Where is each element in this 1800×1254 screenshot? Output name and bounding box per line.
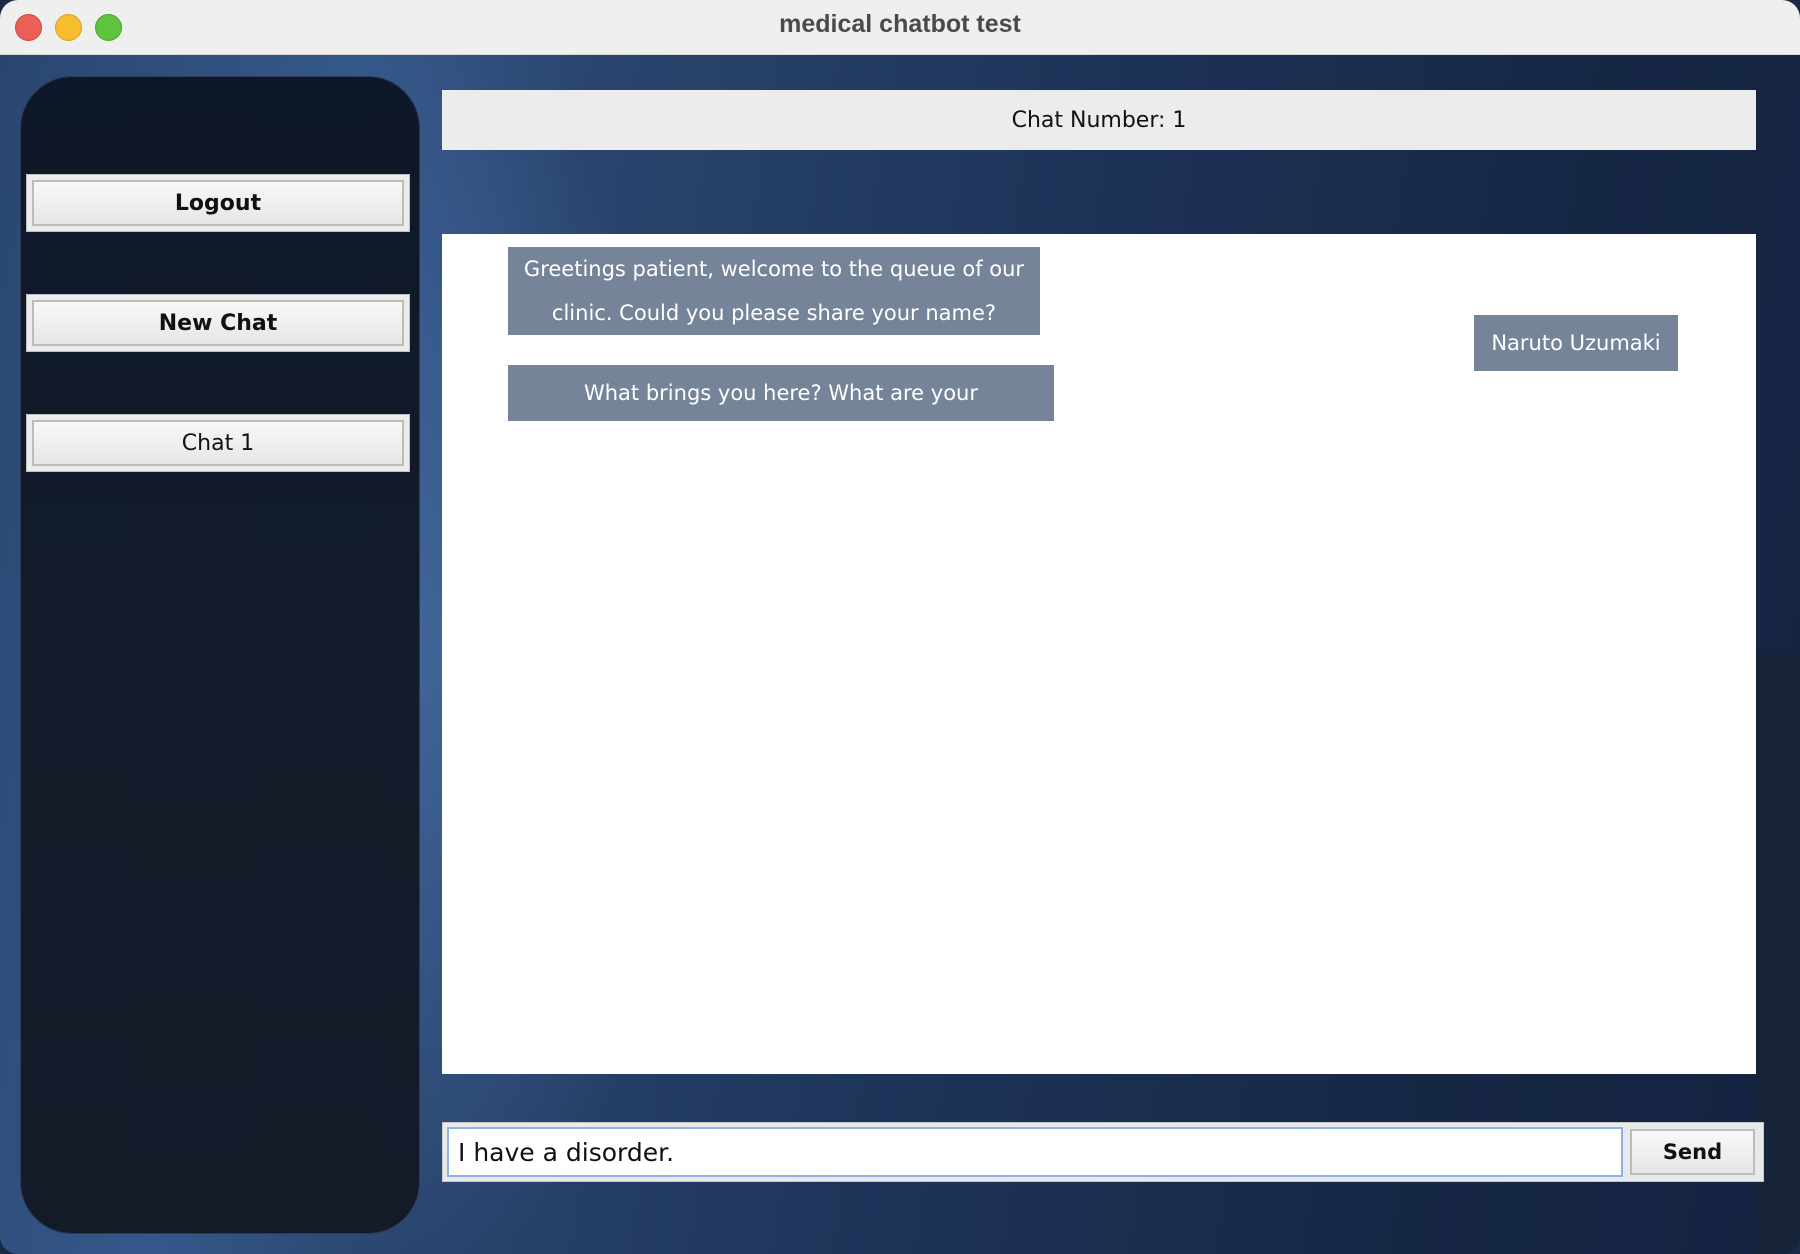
composer-bar: Send (442, 1122, 1764, 1182)
app-content: Logout New Chat Chat 1 Chat Number: 1 Gr… (0, 55, 1800, 1254)
new-chat-button-label: New Chat (32, 300, 404, 346)
new-chat-button[interactable]: New Chat (26, 294, 410, 352)
window-title: medical chatbot test (779, 10, 1021, 38)
app-window: medical chatbot test Logout New Chat Cha… (0, 0, 1800, 1254)
bot-message-bubble: Greetings patient, welcome to the queue … (508, 247, 1040, 335)
chat-number-header: Chat Number: 1 (442, 90, 1756, 150)
sidebar (20, 76, 420, 1234)
message-input[interactable] (447, 1127, 1623, 1177)
chat-1-button[interactable]: Chat 1 (26, 414, 410, 472)
logout-button-label: Logout (32, 180, 404, 226)
chat-1-button-label: Chat 1 (32, 420, 404, 466)
logout-button[interactable]: Logout (26, 174, 410, 232)
user-message-bubble: Naruto Uzumaki (1474, 315, 1678, 371)
send-button-label: Send (1630, 1129, 1755, 1175)
chat-messages-area[interactable]: Greetings patient, welcome to the queue … (442, 234, 1756, 1074)
bot-message-bubble: What brings you here? What are your symp… (508, 365, 1054, 461)
title-bar: medical chatbot test (0, 0, 1800, 55)
send-button[interactable]: Send (1626, 1125, 1759, 1179)
